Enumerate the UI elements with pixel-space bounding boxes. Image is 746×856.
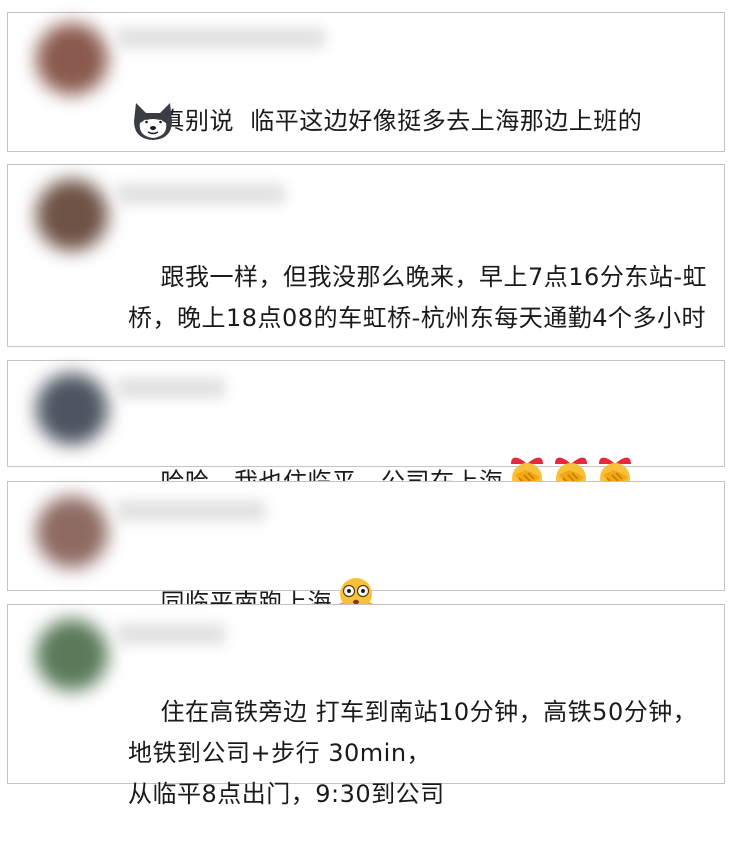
username-blurred	[116, 377, 226, 399]
avatar[interactable]	[36, 179, 108, 251]
comment-text: 住在高铁旁边 打车到南站10分钟，高铁50分钟，地铁到公司+步行 30min， …	[128, 651, 698, 856]
comment-card[interactable]: 住在高铁旁边 打车到南站10分钟，高铁50分钟，地铁到公司+步行 30min， …	[7, 604, 725, 808]
comment-card[interactable]: 真别说 临平这边好像挺多去上海那边上班的	[7, 12, 725, 152]
username-blurred	[116, 183, 286, 205]
comment-card[interactable]: 哈哈，我也住临平，公司在上海	[7, 360, 725, 496]
avatar[interactable]	[36, 23, 108, 95]
comment-text-content: 住在高铁旁边 打车到南站10分钟，高铁50分钟，地铁到公司+步行 30min， …	[128, 698, 698, 808]
avatar[interactable]	[36, 619, 108, 691]
comment-text: 跟我一样，但我没那么晚来，早上7点16分东站-虹桥，晚上18点08的车虹桥-杭州…	[128, 216, 708, 380]
avatar[interactable]	[36, 373, 108, 445]
username-blurred	[116, 623, 226, 645]
username-blurred	[116, 27, 326, 49]
comment-card[interactable]: 同临平南跑上海	[7, 481, 725, 617]
comment-text-content: 真别说 临平这边好像挺多去上海那边上班的	[160, 107, 643, 135]
comment-text-content: 跟我一样，但我没那么晚来，早上7点16分东站-虹桥，晚上18点08的车虹桥-杭州…	[128, 263, 707, 332]
husky-doge-icon	[134, 103, 172, 140]
username-blurred	[116, 500, 266, 522]
avatar[interactable]	[36, 496, 108, 568]
comment-card[interactable]: 跟我一样，但我没那么晚来，早上7点16分东站-虹桥，晚上18点08的车虹桥-杭州…	[7, 164, 725, 347]
